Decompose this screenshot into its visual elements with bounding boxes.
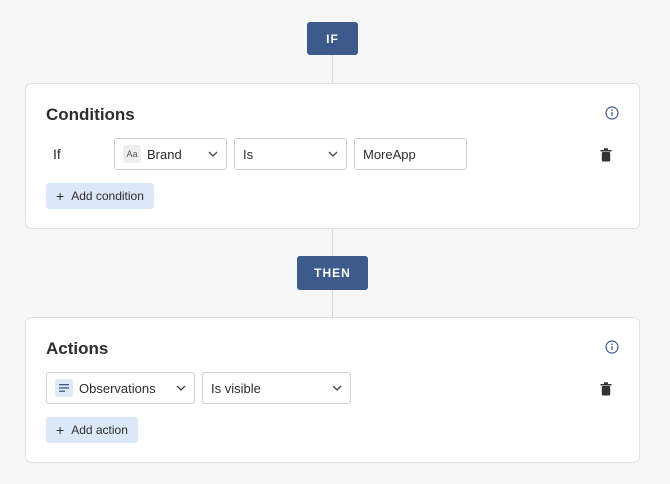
flow-connector-top — [332, 55, 333, 83]
chevron-down-icon — [332, 385, 342, 391]
conditions-title: Conditions — [46, 105, 135, 124]
chevron-down-icon — [208, 151, 218, 157]
flow-connector-middle-top — [332, 229, 333, 256]
conditions-card: Conditions If Aa Brand Is + Add conditio… — [25, 83, 640, 229]
condition-field-value: Brand — [147, 146, 182, 162]
actions-title: Actions — [46, 339, 109, 358]
info-icon[interactable] — [605, 340, 619, 354]
info-icon[interactable] — [605, 106, 619, 120]
if-badge: IF — [307, 22, 358, 55]
add-action-label: Add action — [71, 423, 128, 437]
chevron-down-icon — [176, 385, 186, 391]
condition-operator-select[interactable]: Is — [234, 138, 347, 170]
condition-operator-value: Is — [243, 146, 254, 162]
then-badge: THEN — [297, 256, 368, 290]
action-type-value: Is visible — [211, 380, 261, 396]
action-field-value: Observations — [79, 380, 156, 396]
add-condition-button[interactable]: + Add condition — [46, 183, 154, 209]
trash-icon[interactable] — [600, 382, 612, 396]
trash-icon[interactable] — [600, 148, 612, 162]
condition-value-input[interactable] — [354, 138, 467, 170]
plus-icon: + — [56, 188, 65, 204]
condition-prefix-label: If — [53, 146, 61, 162]
action-field-select[interactable]: Observations — [46, 372, 195, 404]
text-field-icon: Aa — [123, 145, 141, 163]
actions-card: Actions Observations Is visible + Add ac… — [25, 317, 640, 463]
flow-connector-middle-bottom — [332, 290, 333, 317]
chevron-down-icon — [328, 151, 338, 157]
add-action-button[interactable]: + Add action — [46, 417, 138, 443]
action-type-select[interactable]: Is visible — [202, 372, 351, 404]
plus-icon: + — [56, 422, 65, 438]
lines-icon — [55, 379, 73, 397]
condition-field-select[interactable]: Aa Brand — [114, 138, 227, 170]
add-condition-label: Add condition — [71, 189, 144, 203]
